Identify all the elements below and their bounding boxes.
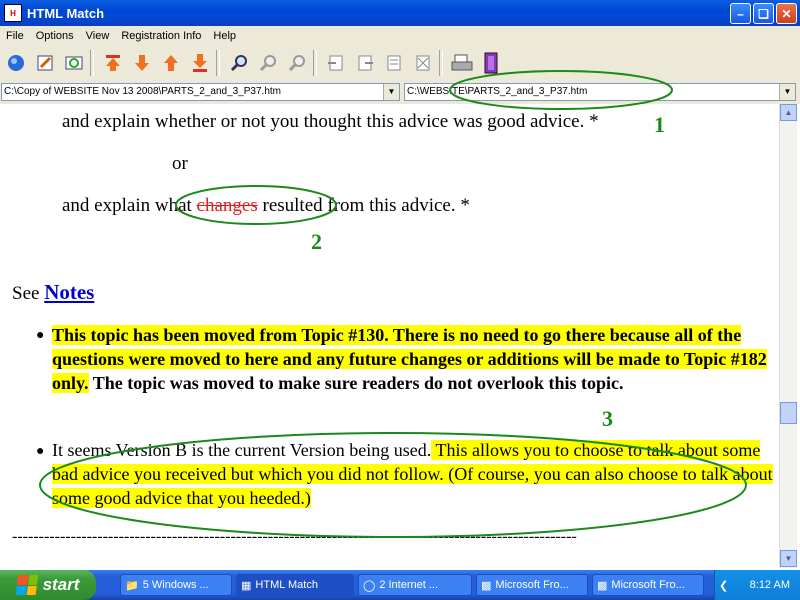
- text-segment: The topic was moved to make sure readers…: [88, 373, 624, 393]
- taskbar-item-html-match[interactable]: ▦ HTML Match: [236, 574, 354, 596]
- windows-logo-icon: [15, 575, 38, 595]
- text-segment: and explain what: [62, 195, 197, 216]
- sync-right-icon[interactable]: [352, 50, 378, 76]
- app-icon[interactable]: H: [4, 4, 22, 22]
- edit-icon[interactable]: [32, 50, 58, 76]
- right-file-path-combo[interactable]: C:\WEBSITE\PARTS_2_and_3_P37.htm ▼: [404, 83, 796, 101]
- app-icon: ▦: [241, 579, 252, 592]
- see-label: See: [12, 283, 45, 304]
- left-file-path: C:\Copy of WEBSITE Nov 13 2008\PARTS_2_a…: [4, 86, 282, 97]
- copy-right-icon[interactable]: [410, 50, 436, 76]
- frontpage-icon: ▩: [597, 579, 608, 592]
- see-notes-line: See Notes: [12, 280, 94, 305]
- notes-link[interactable]: Notes: [44, 280, 94, 304]
- scrollbar-thumb[interactable]: [780, 402, 797, 424]
- open-icon[interactable]: [3, 50, 29, 76]
- start-button[interactable]: start: [0, 570, 96, 600]
- scroll-down-button[interactable]: ▼: [780, 550, 797, 567]
- path-bar: C:\Copy of WEBSITE Nov 13 2008\PARTS_2_a…: [0, 81, 800, 104]
- taskbar-item-label: 2 Internet ...: [379, 579, 439, 591]
- taskbar-item-frontpage-2[interactable]: ▩ Microsoft Fro...: [592, 574, 704, 596]
- text-segment: It seems Version B is the current Versio…: [52, 440, 432, 460]
- text-line-advice: and explain whether or not you thought t…: [62, 111, 599, 132]
- taskbar-item-label: Microsoft Fro...: [495, 579, 569, 591]
- annotation-number-1: 1: [654, 112, 665, 137]
- toolbar: [0, 45, 800, 81]
- toolbar-separator: [313, 50, 317, 76]
- previous-difference-icon[interactable]: [158, 50, 184, 76]
- start-label: start: [42, 575, 80, 594]
- taskbar-item-windows-explorer[interactable]: 📁 5 Windows ...: [120, 574, 232, 596]
- scroll-up-button[interactable]: ▲: [780, 104, 797, 121]
- find-icon[interactable]: [226, 50, 252, 76]
- folder-icon: 📁: [125, 579, 139, 592]
- toolbar-separator: [439, 50, 443, 76]
- find-previous-icon[interactable]: [284, 50, 310, 76]
- menu-help[interactable]: Help: [207, 30, 242, 42]
- window-title: HTML Match: [27, 5, 105, 21]
- close-button[interactable]: ✕: [776, 3, 797, 24]
- taskbar-item-internet-explorer[interactable]: ◯ 2 Internet ...: [358, 574, 472, 596]
- list-item-moved-topic: This topic has been moved from Topic #13…: [52, 323, 774, 395]
- bullet-icon: ●: [36, 328, 45, 343]
- taskbar: start 📁 5 Windows ... ▦ HTML Match ◯ 2 Inte…: [0, 570, 800, 600]
- copy-left-icon[interactable]: [381, 50, 407, 76]
- taskbar-item-frontpage-1[interactable]: ▩ Microsoft Fro...: [476, 574, 588, 596]
- next-difference-icon[interactable]: [129, 50, 155, 76]
- system-tray: ❮ 8:12 AM: [714, 570, 800, 600]
- text-or: or: [172, 153, 188, 174]
- taskbar-item-label: 5 Windows ...: [142, 579, 209, 591]
- first-difference-icon[interactable]: [100, 50, 126, 76]
- list-item-version-b: It seems Version B is the current Versio…: [52, 438, 774, 510]
- annotation-number-3: 3: [602, 406, 613, 431]
- text-segment: resulted from this advice. *: [257, 195, 470, 216]
- refresh-icon[interactable]: [61, 50, 87, 76]
- menu-file[interactable]: File: [0, 30, 30, 42]
- menu-options[interactable]: Options: [30, 30, 80, 42]
- last-difference-icon[interactable]: [187, 50, 213, 76]
- taskbar-item-label: Microsoft Fro...: [611, 579, 685, 591]
- taskbar-item-label: HTML Match: [255, 579, 318, 591]
- maximize-button[interactable]: ❏: [753, 3, 774, 24]
- tray-expand-icon[interactable]: ❮: [719, 579, 728, 592]
- menu-bar: File Options View Registration Info Help: [0, 26, 800, 45]
- internet-explorer-icon: ◯: [363, 579, 376, 592]
- vertical-scrollbar[interactable]: ▲ ▼: [779, 104, 797, 568]
- minimize-button[interactable]: –: [730, 3, 751, 24]
- toolbar-separator: [216, 50, 220, 76]
- annotation-number-2: 2: [311, 229, 322, 254]
- chevron-down-icon[interactable]: ▼: [779, 84, 795, 100]
- sync-left-icon[interactable]: [323, 50, 349, 76]
- document-view[interactable]: and explain whether or not you thought t…: [0, 104, 779, 568]
- frontpage-icon: ▩: [481, 579, 492, 592]
- exit-door-icon[interactable]: [478, 50, 504, 76]
- toolbar-separator: [90, 50, 94, 76]
- deleted-text: changes: [196, 195, 258, 216]
- clock[interactable]: 8:12 AM: [750, 579, 790, 591]
- menu-registration-info[interactable]: Registration Info: [115, 30, 207, 42]
- dashed-separator: ----------------------------------------…: [12, 528, 577, 545]
- chevron-down-icon[interactable]: ▼: [383, 84, 399, 100]
- print-icon[interactable]: [449, 50, 475, 76]
- title-bar: H HTML Match – ❏ ✕: [0, 0, 800, 26]
- find-next-icon[interactable]: [255, 50, 281, 76]
- bullet-icon: ●: [36, 444, 45, 459]
- menu-view[interactable]: View: [80, 30, 116, 42]
- left-file-path-combo[interactable]: C:\Copy of WEBSITE Nov 13 2008\PARTS_2_a…: [1, 83, 400, 101]
- right-file-path: C:\WEBSITE\PARTS_2_and_3_P37.htm: [407, 86, 588, 97]
- text-line-resulted: and explain what changes resulted from t…: [62, 195, 470, 217]
